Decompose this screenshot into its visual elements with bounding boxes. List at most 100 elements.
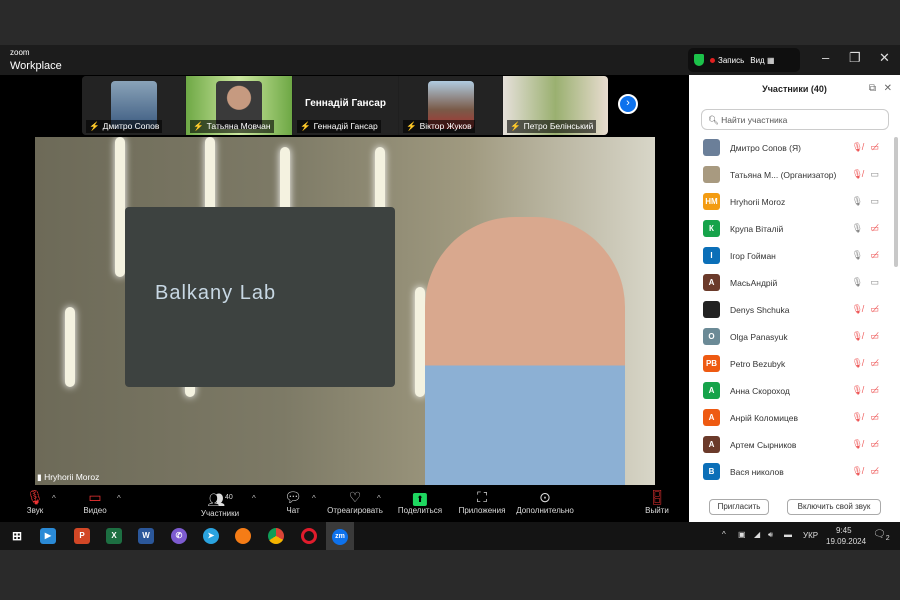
participants-panel: Участники (40) ⧉ ✕ 🔍︎ Найти участника Дмит…	[689, 75, 900, 522]
volume-icon[interactable]: 🔊︎	[768, 530, 773, 540]
participant-row[interactable]: O Olga Panasyuk 🎙︎̸ ▭̸	[689, 323, 893, 350]
mic-muted-icon[interactable]: 🎙︎̸	[852, 385, 863, 396]
thumbnail-tile[interactable]: ⚡ Татьяна Мовчан	[186, 76, 292, 135]
opera-icon[interactable]	[301, 528, 317, 544]
participant-row[interactable]: А Артем Сырников 🎙︎̸ ▭̸	[689, 431, 893, 458]
camera-off-icon[interactable]: ▭̸	[870, 439, 879, 450]
security-shield-icon[interactable]	[694, 54, 704, 66]
react-options-caret[interactable]: ^	[377, 494, 381, 503]
participants-options-caret[interactable]: ^	[252, 494, 256, 503]
participant-row[interactable]: К Крупа Віталій 🎙︎ ▭̸	[689, 215, 893, 242]
participant-row[interactable]: А Анна Скороход 🎙︎̸ ▭̸	[689, 377, 893, 404]
participant-row[interactable]: Татьяна М... (Организатор) 🎙︎̸ ▭	[689, 161, 893, 188]
camera-icon[interactable]: ▭	[870, 169, 879, 180]
participant-row[interactable]: В Вася николов 🎙︎̸ ▭̸	[689, 458, 893, 484]
participant-row[interactable]: А Анрій Коломицев 🎙︎̸ ▭̸	[689, 404, 893, 431]
mic-icon[interactable]: 🎙︎	[852, 277, 863, 288]
mic-icon[interactable]: 🎙︎	[852, 223, 863, 234]
apps-button[interactable]: ⛶ Приложения	[459, 489, 506, 515]
close-panel-icon[interactable]: ✕	[884, 75, 892, 103]
mic-muted-icon[interactable]: 🎙︎̸	[852, 412, 863, 423]
camera-off-icon[interactable]: ▭̸	[870, 223, 879, 234]
excel-icon[interactable]: X	[106, 528, 122, 544]
share-button[interactable]: ⬆ Поделиться	[398, 489, 442, 515]
chrome-icon[interactable]	[268, 528, 284, 544]
tray-expand-icon[interactable]: ^	[722, 530, 726, 539]
zoom-taskbar-button[interactable]: zm	[326, 522, 354, 550]
maximize-button[interactable]: ❐	[849, 50, 861, 66]
participants-button[interactable]: 👥︎40 Участники	[201, 489, 239, 518]
search-participant-input[interactable]: 🔍︎ Найти участника	[701, 109, 889, 130]
audio-options-caret[interactable]: ^	[52, 494, 56, 503]
start-icon[interactable]: ⊞	[9, 528, 25, 544]
meeting-toolbar: 🎙︎ Звук ^ ▭ Видео ^ 👥︎40 Участники ^ 💬︎ Чат …	[0, 487, 689, 522]
react-button[interactable]: ♡ Отреагировать	[327, 489, 383, 515]
participant-row[interactable]: І Ігор Гойман 🎙︎ ▭̸	[689, 242, 893, 269]
participant-row[interactable]: А МасьАндрій 🎙︎ ▭	[689, 269, 893, 296]
participant-row[interactable]: Дмитро Сопов (Я) 🎙︎̸ ▭̸	[689, 134, 893, 161]
mic-muted-icon[interactable]: 🎙︎̸	[852, 466, 863, 477]
camera-off-icon[interactable]: ▭̸	[870, 466, 879, 477]
camera-off-icon[interactable]: ▭̸	[870, 142, 879, 153]
view-button[interactable]: Вид ▦	[750, 56, 774, 65]
clock-time[interactable]: 9:45	[836, 526, 852, 535]
participant-row[interactable]: HM Hryhorii Moroz 🎙︎ ▭	[689, 188, 893, 215]
invite-button[interactable]: Пригласить	[709, 499, 769, 515]
mic-muted-icon[interactable]: 🎙︎̸	[852, 142, 863, 153]
search-icon: 🔍︎	[708, 115, 719, 125]
meeting-area: ⚡ Дмитро Сопов ⚡ Татьяна Мовчан Геннадій Г…	[0, 75, 689, 522]
camera-off-icon[interactable]: ▭̸	[870, 250, 879, 261]
mic-muted-icon[interactable]: 🎙︎̸	[852, 304, 863, 315]
camera-off-icon[interactable]: ▭̸	[870, 331, 879, 342]
mic-muted-icon: ⚡	[193, 121, 204, 131]
camera-off-icon[interactable]: ▭̸	[870, 385, 879, 396]
camera-icon[interactable]: ▭	[870, 277, 879, 288]
word-icon[interactable]: W	[138, 528, 154, 544]
viber-icon[interactable]: ✆	[171, 528, 187, 544]
share-label: Поделиться	[397, 506, 443, 515]
chat-label: Чат	[286, 506, 300, 515]
thumbnail-tile[interactable]: ⚡ Віктор Жуков	[399, 76, 502, 135]
mic-muted-icon[interactable]: 🎙︎̸	[852, 331, 863, 342]
mic-muted-icon[interactable]: 🎙︎̸	[852, 358, 863, 369]
video-options-caret[interactable]: ^	[117, 494, 121, 503]
audio-button[interactable]: 🎙︎ Звук	[26, 489, 44, 515]
mic-muted-icon[interactable]: 🎙︎̸	[852, 439, 863, 450]
scrollbar[interactable]	[894, 137, 898, 267]
close-button[interactable]: ✕	[879, 50, 890, 66]
minimize-button[interactable]: –	[822, 50, 829, 65]
meet-now-icon[interactable]: ▣	[738, 530, 746, 539]
firefox-icon[interactable]	[235, 528, 251, 544]
unmute-button[interactable]: Включить свой звук	[787, 499, 881, 515]
keyboard-icon[interactable]: ▬	[784, 530, 792, 539]
camera-off-icon[interactable]: ▭̸	[870, 412, 879, 423]
thumbnail-tile[interactable]: ⚡ Петро Белінський	[503, 76, 608, 135]
participant-row[interactable]: PB Petro Bezubyk 🎙︎̸ ▭̸	[689, 350, 893, 377]
language-indicator[interactable]: УКР	[803, 531, 818, 540]
chat-options-caret[interactable]: ^	[312, 494, 316, 503]
camera-off-icon[interactable]: ▭̸	[870, 358, 879, 369]
thumbnail-tile[interactable]: Геннадій Гансар ⚡ Геннадій Гансар	[293, 76, 398, 135]
clock-date[interactable]: 19.09.2024	[826, 537, 866, 546]
powerpoint-icon[interactable]: P	[74, 528, 90, 544]
media-player-icon[interactable]: ▶	[40, 528, 56, 544]
telegram-icon[interactable]: ➤	[203, 528, 219, 544]
record-indicator[interactable]: Запись	[710, 56, 744, 65]
next-page-button[interactable]: ›	[618, 94, 638, 114]
chat-button[interactable]: 💬︎ Чат	[284, 489, 302, 515]
notification-center[interactable]: 🗨︎2	[873, 529, 890, 542]
mic-icon[interactable]: 🎙︎	[852, 250, 863, 261]
popout-icon[interactable]: ⧉	[869, 75, 876, 103]
participant-row[interactable]: Denys Shchuka 🎙︎̸ ▭̸	[689, 296, 893, 323]
mic-icon[interactable]: 🎙︎	[852, 196, 863, 207]
more-button[interactable]: ⊙ Дополнительно	[516, 489, 574, 515]
camera-icon[interactable]: ▭	[870, 196, 879, 207]
camera-off-icon[interactable]: ▭̸	[870, 304, 879, 315]
avatar	[703, 301, 720, 318]
video-button[interactable]: ▭ Видео	[83, 489, 106, 515]
thumbnail-tile[interactable]: ⚡ Дмитро Сопов	[82, 76, 185, 135]
wifi-icon[interactable]: ◢	[754, 530, 760, 539]
participants-count: 40	[224, 494, 233, 501]
mic-muted-icon[interactable]: 🎙︎̸	[852, 169, 863, 180]
leave-button[interactable]: 🚪︎ Выйти	[645, 489, 669, 515]
